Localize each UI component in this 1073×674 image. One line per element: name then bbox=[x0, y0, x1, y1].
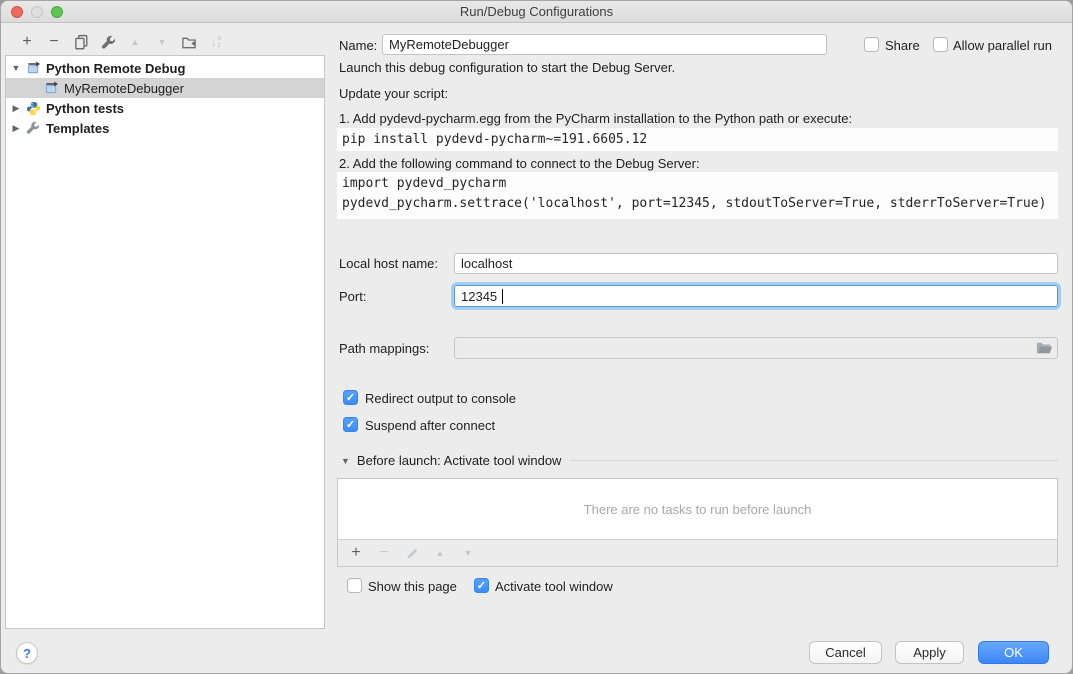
step-1-text: 1. Add pydevd-pycharm.egg from the PyCha… bbox=[339, 109, 852, 129]
code-line: pip install pydevd-pycharm~=191.6605.12 bbox=[342, 130, 1053, 150]
code-line: import pydevd_pycharm bbox=[342, 174, 1053, 194]
description-line-2: Update your script: bbox=[339, 84, 448, 104]
show-this-page-checkbox[interactable] bbox=[347, 578, 362, 593]
move-task-up-button: ▲ bbox=[432, 545, 448, 561]
share-checkbox[interactable] bbox=[864, 37, 879, 52]
new-folder-icon bbox=[181, 35, 197, 50]
allow-parallel-run-checkbox[interactable] bbox=[933, 37, 948, 52]
before-launch-title: Before launch: Activate tool window bbox=[357, 453, 562, 468]
templates-wrench-icon bbox=[25, 120, 41, 136]
redirect-output-checkbox[interactable]: ✓ bbox=[343, 390, 358, 405]
sort-configurations-button: ↓ az bbox=[208, 34, 224, 50]
run-configuration-icon bbox=[43, 80, 59, 96]
allow-parallel-run-label: Allow parallel run bbox=[953, 38, 1052, 54]
pencil-icon bbox=[406, 547, 419, 560]
redirect-output-label: Redirect output to console bbox=[365, 391, 516, 407]
pip-install-code-block: pip install pydevd-pycharm~=191.6605.12 bbox=[337, 128, 1058, 151]
text-caret bbox=[502, 289, 503, 304]
before-launch-task-list[interactable]: There are no tasks to run before launch bbox=[338, 479, 1057, 540]
show-this-page-label: Show this page bbox=[368, 579, 457, 595]
window-title: Run/Debug Configurations bbox=[460, 4, 613, 19]
tree-item-myremotedebugger[interactable]: MyRemoteDebugger bbox=[6, 78, 324, 98]
local-host-name-label: Local host name: bbox=[339, 256, 438, 271]
move-down-button: ▼ bbox=[154, 34, 170, 50]
browse-folder-icon[interactable] bbox=[1036, 341, 1053, 355]
before-launch-header[interactable]: ▼ Before launch: Activate tool window bbox=[341, 453, 1058, 468]
share-label: Share bbox=[885, 38, 920, 54]
local-host-name-input[interactable] bbox=[454, 253, 1058, 274]
cancel-button[interactable]: Cancel bbox=[809, 641, 882, 664]
header-rule bbox=[570, 460, 1058, 461]
tree-item-python-remote-debug[interactable]: ▼ Python Remote Debug bbox=[6, 58, 324, 78]
tree-item-python-tests[interactable]: ▶ Python tests bbox=[6, 98, 324, 118]
before-launch-box: There are no tasks to run before launch … bbox=[337, 478, 1058, 567]
tree-item-label: MyRemoteDebugger bbox=[64, 81, 184, 96]
settrace-code-block: import pydevd_pycharm pydevd_pycharm.set… bbox=[337, 172, 1058, 219]
activate-tool-window-checkbox[interactable]: ✓ bbox=[474, 578, 489, 593]
window-controls bbox=[11, 6, 63, 18]
title-bar: Run/Debug Configurations bbox=[1, 1, 1072, 23]
copy-icon bbox=[74, 34, 89, 50]
edit-task-button bbox=[404, 545, 420, 561]
tree-item-label: Python Remote Debug bbox=[46, 61, 185, 76]
run-debug-configurations-dialog: Run/Debug Configurations + − ▲ ▼ ↓ bbox=[0, 0, 1073, 674]
name-label: Name: bbox=[339, 38, 377, 53]
before-launch-toolbar: + − ▲ ▼ bbox=[338, 540, 1057, 566]
add-task-button[interactable]: + bbox=[348, 545, 364, 561]
chevron-right-icon[interactable]: ▶ bbox=[10, 103, 22, 114]
port-field-wrapper bbox=[454, 285, 1058, 307]
step-2-text: 2. Add the following command to connect … bbox=[339, 154, 700, 174]
configurations-toolbar: + − ▲ ▼ ↓ az bbox=[19, 32, 224, 52]
path-mappings-label: Path mappings: bbox=[339, 341, 429, 356]
minimize-window-button bbox=[31, 6, 43, 18]
tree-item-templates[interactable]: ▶ Templates bbox=[6, 118, 324, 138]
port-label: Port: bbox=[339, 289, 366, 304]
tree-item-label: Templates bbox=[46, 121, 109, 136]
remove-configuration-button[interactable]: − bbox=[46, 34, 62, 50]
collapse-triangle-icon[interactable]: ▼ bbox=[341, 456, 350, 466]
suspend-after-connect-label: Suspend after connect bbox=[365, 418, 495, 434]
chevron-right-icon[interactable]: ▶ bbox=[10, 123, 22, 134]
apply-button[interactable]: Apply bbox=[895, 641, 964, 664]
activate-tool-window-label: Activate tool window bbox=[495, 579, 613, 595]
create-folder-button[interactable] bbox=[181, 34, 197, 50]
remove-task-button: − bbox=[376, 545, 392, 561]
move-task-down-button: ▼ bbox=[460, 545, 476, 561]
zoom-window-button[interactable] bbox=[51, 6, 63, 18]
sort-az-icon: ↓ az bbox=[211, 35, 222, 49]
python-icon bbox=[25, 100, 41, 116]
copy-configuration-button[interactable] bbox=[73, 34, 89, 50]
code-line: pydevd_pycharm.settrace('localhost', por… bbox=[342, 194, 1053, 214]
port-input[interactable] bbox=[454, 285, 1058, 307]
run-configuration-icon bbox=[25, 60, 41, 76]
add-configuration-button[interactable]: + bbox=[19, 34, 35, 50]
ok-button[interactable]: OK bbox=[978, 641, 1049, 664]
suspend-after-connect-checkbox[interactable]: ✓ bbox=[343, 417, 358, 432]
edit-defaults-button[interactable] bbox=[100, 34, 116, 50]
path-mappings-field[interactable] bbox=[454, 337, 1058, 359]
chevron-down-icon[interactable]: ▼ bbox=[10, 63, 22, 73]
move-up-button: ▲ bbox=[127, 34, 143, 50]
description-line-1: Launch this debug configuration to start… bbox=[339, 58, 675, 78]
name-input[interactable] bbox=[382, 34, 827, 55]
help-button[interactable]: ? bbox=[16, 642, 38, 664]
empty-tasks-text: There are no tasks to run before launch bbox=[584, 502, 812, 517]
tree-item-label: Python tests bbox=[46, 101, 124, 116]
wrench-icon bbox=[101, 35, 116, 50]
close-window-button[interactable] bbox=[11, 6, 23, 18]
configurations-tree: ▼ Python Remote Debug MyRemoteDebugger bbox=[5, 55, 325, 629]
